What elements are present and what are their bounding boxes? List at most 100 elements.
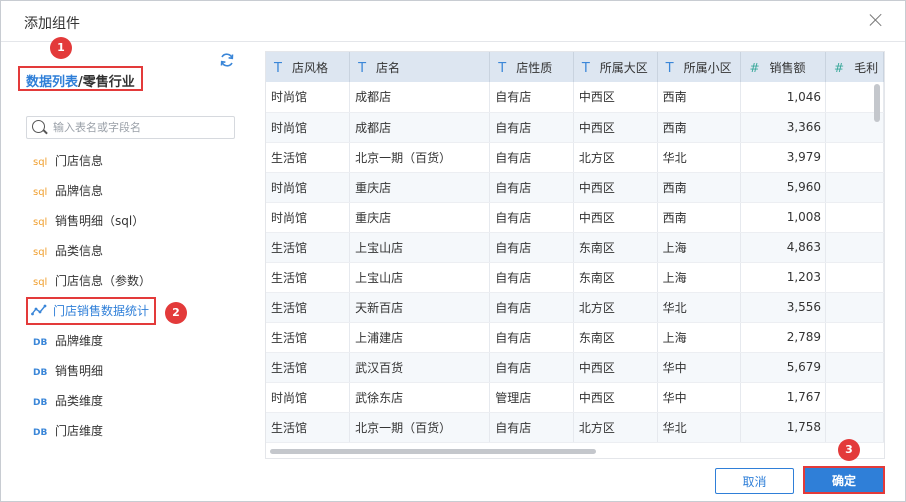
table-cell: 1,203 [740, 262, 827, 293]
table-cell: 西南 [657, 82, 742, 113]
breadcrumb-current: 零售行业 [82, 75, 135, 90]
table-list-item[interactable]: DB 门店维度 [23, 416, 243, 446]
table-list-item-label: 品类维度 [55, 394, 104, 408]
sql-dataset-icon: sql [33, 217, 48, 228]
table-cell: 时尚馆 [266, 82, 351, 113]
column-header[interactable]: T 店风格 [266, 52, 351, 82]
table-row: 生活馆 天新百店 自有店 北方区 华北 3,556 [266, 292, 884, 323]
refresh-icon[interactable] [219, 52, 235, 68]
table-list-item[interactable]: sql 门店信息（参数） [23, 266, 243, 296]
table-cell: 华中 [657, 352, 742, 383]
table-row: 时尚馆 重庆店 自有店 中西区 西南 1,008 [266, 202, 884, 233]
dialog-footer: 取消 确定 [1, 459, 905, 501]
column-header[interactable]: T 所属小区 [657, 52, 742, 82]
table-list-item[interactable]: sql 品牌信息 [23, 176, 243, 206]
table-cell: 生活馆 [266, 322, 351, 353]
table-cell: 成都店 [349, 82, 491, 113]
table-cell: 自有店 [489, 322, 574, 353]
table-cell: 上海 [657, 262, 742, 293]
table-cell [825, 232, 884, 263]
table-cell: 中西区 [573, 172, 658, 203]
table-cell: 自有店 [489, 352, 574, 383]
search-icon [32, 120, 45, 133]
table-list-item[interactable]: 门店销售数据统计 [25, 296, 157, 326]
table-cell: 生活馆 [266, 142, 351, 173]
table-cell: 时尚馆 [266, 202, 351, 233]
horizontal-scrollbar[interactable] [270, 449, 596, 454]
table-cell: 东南区 [573, 232, 658, 263]
table-cell: 3,556 [740, 292, 827, 323]
table-cell: 北方区 [573, 292, 658, 323]
close-icon[interactable] [867, 11, 885, 29]
table-cell [825, 142, 884, 173]
column-header[interactable]: T 店名 [349, 52, 491, 82]
column-header[interactable]: # 销售额 [740, 52, 827, 82]
text-field-icon: T [665, 60, 674, 76]
table-cell: 北方区 [573, 412, 658, 443]
table-list-item[interactable]: sql 销售明细（sql） [23, 206, 243, 236]
breadcrumb: 数据列表/零售行业 [18, 66, 143, 91]
table-cell: 3,979 [740, 142, 827, 173]
table-cell: 中西区 [573, 382, 658, 413]
column-header-label: 店风格 [291, 60, 328, 75]
dialog-title: 添加组件 [24, 16, 80, 32]
search-input[interactable] [53, 119, 228, 136]
table-cell: 重庆店 [349, 172, 491, 203]
cancel-button[interactable]: 取消 [715, 468, 794, 494]
table-cell: 中西区 [573, 352, 658, 383]
table-list-item[interactable]: DB 品类维度 [23, 386, 243, 416]
breadcrumb-db[interactable]: 数据列表 [26, 75, 78, 90]
table-list-item-label: 门店销售数据统计 [53, 304, 150, 318]
data-preview: T 店风格 T 店名 T 店性质 T 所属大区 T 所属小区 # 销售额 # 毛利 时尚馆 成都店 自有店 中西… [265, 51, 885, 459]
table-cell: 自有店 [489, 412, 574, 443]
table-list-item-label: 品牌维度 [55, 334, 104, 348]
table-cell: 华中 [657, 382, 742, 413]
table-row: 生活馆 上宝山店 自有店 东南区 上海 1,203 [266, 262, 884, 293]
table-list-item[interactable]: sql 门店信息 [23, 146, 243, 176]
column-header[interactable]: T 店性质 [489, 52, 574, 82]
text-field-icon: T [581, 60, 590, 76]
table-cell: 1,046 [740, 82, 827, 113]
db-table-icon: DB [33, 398, 48, 408]
table-list-item[interactable]: DB 销售明细 [23, 356, 243, 386]
table-cell: 管理店 [489, 382, 574, 413]
table-search [26, 116, 235, 139]
confirm-button[interactable]: 确定 [803, 466, 885, 494]
table-cell: 时尚馆 [266, 172, 351, 203]
table-row: 生活馆 北京一期（百货） 自有店 北方区 华北 1,758 [266, 412, 884, 443]
column-header[interactable]: T 所属大区 [573, 52, 658, 82]
table-cell: 1,758 [740, 412, 827, 443]
column-header-label: 所属大区 [599, 60, 648, 75]
table-cell: 北京一期（百货） [349, 412, 491, 443]
table-list-item-label: 门店信息（参数） [55, 274, 152, 288]
sql-dataset-icon: sql [33, 187, 48, 198]
table-list-item-label: 销售明细（sql） [55, 214, 145, 228]
sql-dataset-icon: sql [33, 277, 48, 288]
table-cell: 西南 [657, 202, 742, 233]
table-cell: 自有店 [489, 112, 574, 143]
table-cell: 武汉百货 [349, 352, 491, 383]
column-header[interactable]: # 毛利 [825, 52, 884, 82]
sql-dataset-icon: sql [33, 247, 48, 258]
table-cell: 东南区 [573, 322, 658, 353]
table-cell: 北京一期（百货） [349, 142, 491, 173]
table-cell: 2,789 [740, 322, 827, 353]
table-list-item[interactable]: sql 品类信息 [23, 236, 243, 266]
table-list-item-label: 品类信息 [55, 244, 104, 258]
table-cell: 生活馆 [266, 412, 351, 443]
vertical-scrollbar[interactable] [874, 84, 880, 122]
table-row: 时尚馆 成都店 自有店 中西区 西南 3,366 [266, 112, 884, 143]
table-list-item[interactable]: DB 品牌维度 [23, 326, 243, 356]
table-row: 时尚馆 重庆店 自有店 中西区 西南 5,960 [266, 172, 884, 203]
table-cell: 华北 [657, 292, 742, 323]
table-row: 时尚馆 武徐东店 管理店 中西区 华中 1,767 [266, 382, 884, 413]
preview-table: T 店风格 T 店名 T 店性质 T 所属大区 T 所属小区 # 销售额 # 毛利 时尚馆 成都店 自有店 中西… [266, 52, 884, 443]
table-cell: 自有店 [489, 82, 574, 113]
text-field-icon: T [498, 60, 507, 76]
dialog-titlebar: 添加组件 [1, 1, 905, 42]
table-cell: 3,366 [740, 112, 827, 143]
table-row: 生活馆 上宝山店 自有店 东南区 上海 4,863 [266, 232, 884, 263]
table-row: 生活馆 北京一期（百货） 自有店 北方区 华北 3,979 [266, 142, 884, 173]
table-cell: 西南 [657, 172, 742, 203]
table-cell: 天新百店 [349, 292, 491, 323]
